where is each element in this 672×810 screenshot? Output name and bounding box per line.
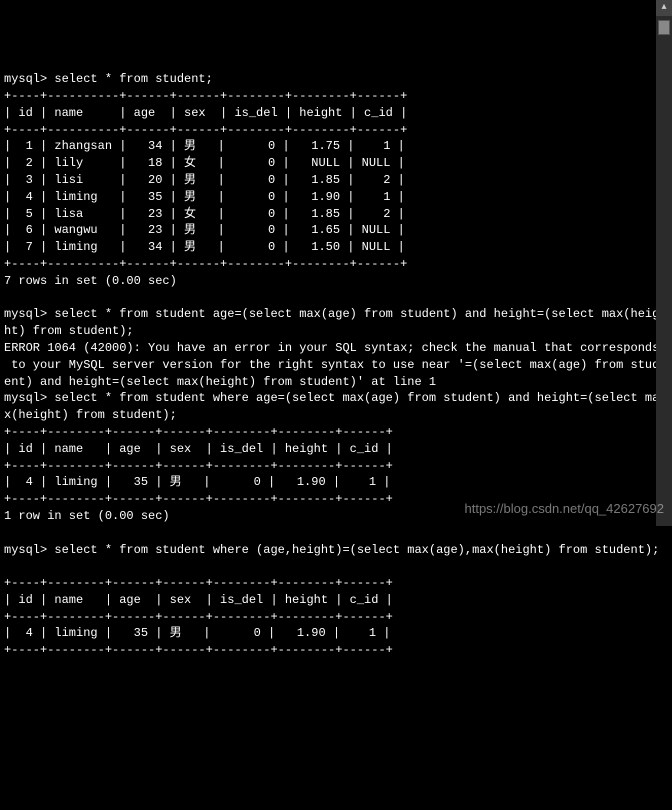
table-header: | id | name | age | sex | is_del | heigh… xyxy=(4,593,393,607)
table-border: +----+--------+------+------+--------+--… xyxy=(4,610,393,624)
table-border: +----+--------+------+------+--------+--… xyxy=(4,492,393,506)
scroll-arrow-up-icon[interactable]: ▴ xyxy=(656,0,672,16)
table-border: +----+----------+------+------+--------+… xyxy=(4,257,407,271)
table-row: | 6 | wangwu | 23 | 男 | 0 | 1.65 | NULL … xyxy=(4,223,405,237)
watermark: https://blog.csdn.net/qq_42627692 xyxy=(465,500,665,518)
error-line: to your MySQL server version for the rig… xyxy=(4,358,659,372)
table-border: +----+----------+------+------+--------+… xyxy=(4,89,407,103)
table-header: | id | name | age | sex | is_del | heigh… xyxy=(4,442,393,456)
result-footer: 7 rows in set (0.00 sec) xyxy=(4,274,177,288)
table-row: | 2 | lily | 18 | 女 | 0 | NULL | NULL | xyxy=(4,156,405,170)
table-row: | 3 | lisi | 20 | 男 | 0 | 1.85 | 2 | xyxy=(4,173,405,187)
table-border: +----+--------+------+------+--------+--… xyxy=(4,425,393,439)
scrollbar[interactable]: ▴ xyxy=(656,0,672,526)
terminal-output: mysql> select * from student; +----+----… xyxy=(4,71,668,659)
sql-prompt-4: mysql> select * from student where (age,… xyxy=(4,543,659,557)
table-row: | 1 | zhangsan | 34 | 男 | 0 | 1.75 | 1 | xyxy=(4,139,405,153)
table-border: +----+--------+------+------+--------+--… xyxy=(4,643,393,657)
table-row: | 4 | liming | 35 | 男 | 0 | 1.90 | 1 | xyxy=(4,626,390,640)
sql-prompt-2-cont: ht) from student); xyxy=(4,324,134,338)
table-header: | id | name | age | sex | is_del | heigh… xyxy=(4,106,407,120)
error-line: ent) and height=(select max(height) from… xyxy=(4,375,436,389)
table-row: | 4 | liming | 35 | 男 | 0 | 1.90 | 1 | xyxy=(4,190,405,204)
sql-prompt-1: mysql> select * from student; xyxy=(4,72,213,86)
sql-prompt-3-cont: x(height) from student); xyxy=(4,408,177,422)
result-footer: 1 row in set (0.00 sec) xyxy=(4,509,170,523)
table-row: | 7 | liming | 34 | 男 | 0 | 1.50 | NULL … xyxy=(4,240,405,254)
scroll-thumb[interactable] xyxy=(658,20,670,35)
error-line: ERROR 1064 (42000): You have an error in… xyxy=(4,341,659,355)
sql-prompt-2: mysql> select * from student age=(select… xyxy=(4,307,659,321)
table-border: +----+--------+------+------+--------+--… xyxy=(4,459,393,473)
table-border: +----+----------+------+------+--------+… xyxy=(4,123,407,137)
sql-prompt-3: mysql> select * from student where age=(… xyxy=(4,391,659,405)
table-border: +----+--------+------+------+--------+--… xyxy=(4,576,393,590)
table-row: | 4 | liming | 35 | 男 | 0 | 1.90 | 1 | xyxy=(4,475,390,489)
table-row: | 5 | lisa | 23 | 女 | 0 | 1.85 | 2 | xyxy=(4,207,405,221)
